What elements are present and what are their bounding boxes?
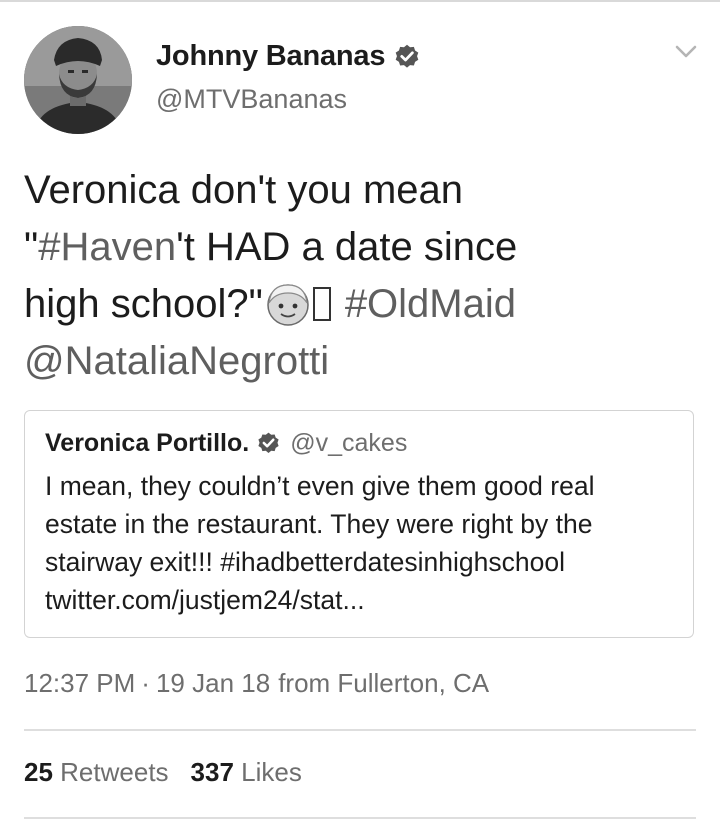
likes-label: Likes [241,757,302,787]
mention-link[interactable]: @NataliaNegrotti [24,339,329,383]
quoted-author-handle: @v_cakes [290,429,408,457]
likes-stat[interactable]: 337 Likes [191,757,302,787]
tweet-text: Veronica don't you mean "#Haven't HAD a … [24,162,694,390]
avatar-image [24,26,132,134]
tweet-line: Veronica don't you mean [24,168,464,212]
divider [24,729,696,731]
likes-count: 337 [190,757,234,787]
tweet-line: high school?" #OldMaid [24,276,694,333]
tweet-time[interactable]: 12:37 PM [24,668,135,698]
verified-badge-icon [395,44,419,68]
older-woman-emoji-icon [267,284,309,326]
tweet-text-fragment: high school?" [24,282,263,326]
retweets-label: Retweets [60,757,169,787]
top-divider [0,0,720,2]
divider [24,817,696,819]
tweet-text-fragment: 't HAD a date since [176,225,518,269]
tweet-location[interactable]: from Fullerton, CA [278,668,489,698]
author-handle[interactable]: @MTVBananas [156,84,347,115]
tweet-text-fragment: " [24,225,39,269]
hashtag-link[interactable]: #OldMaid [345,282,516,326]
quoted-tweet-card[interactable]: Veronica Portillo. @v_cakes I mean, they… [24,410,694,638]
tweet-date[interactable]: 19 Jan 18 [156,668,270,698]
retweets-stat[interactable]: 25 Retweets [24,757,169,787]
quoted-line: I mean, they couldn’t even give them goo… [45,471,595,501]
tweet-line: @NataliaNegrotti [24,333,694,390]
meta-separator: · [141,668,150,698]
tweet-line: "#Haven't HAD a date since [24,219,694,276]
quoted-tweet-header: Veronica Portillo. @v_cakes [45,429,407,458]
chevron-down-icon[interactable] [671,40,701,64]
quoted-tweet-text: I mean, they couldn’t even give them goo… [45,467,685,619]
avatar[interactable] [24,26,132,134]
author-name[interactable]: Johnny Bananas [156,40,385,73]
quoted-line: estate in the restaurant. They were righ… [45,509,593,539]
missing-glyph-icon [312,287,331,321]
quoted-link[interactable]: twitter.com/justjem24/stat... [45,581,685,619]
quoted-line: stairway exit!!! #ihadbetterdatesinhighs… [45,547,565,577]
quoted-author-name: Veronica Portillo. [45,429,250,457]
verified-badge-icon [258,432,279,453]
retweets-count: 25 [24,757,53,787]
hashtag-link[interactable]: #Haven [38,225,176,269]
author-name-row[interactable]: Johnny Bananas [156,40,421,73]
tweet-stats: 25 Retweets 337 Likes [24,757,302,788]
tweet-meta: 12:37 PM · 19 Jan 18 from Fullerton, CA [24,668,489,699]
